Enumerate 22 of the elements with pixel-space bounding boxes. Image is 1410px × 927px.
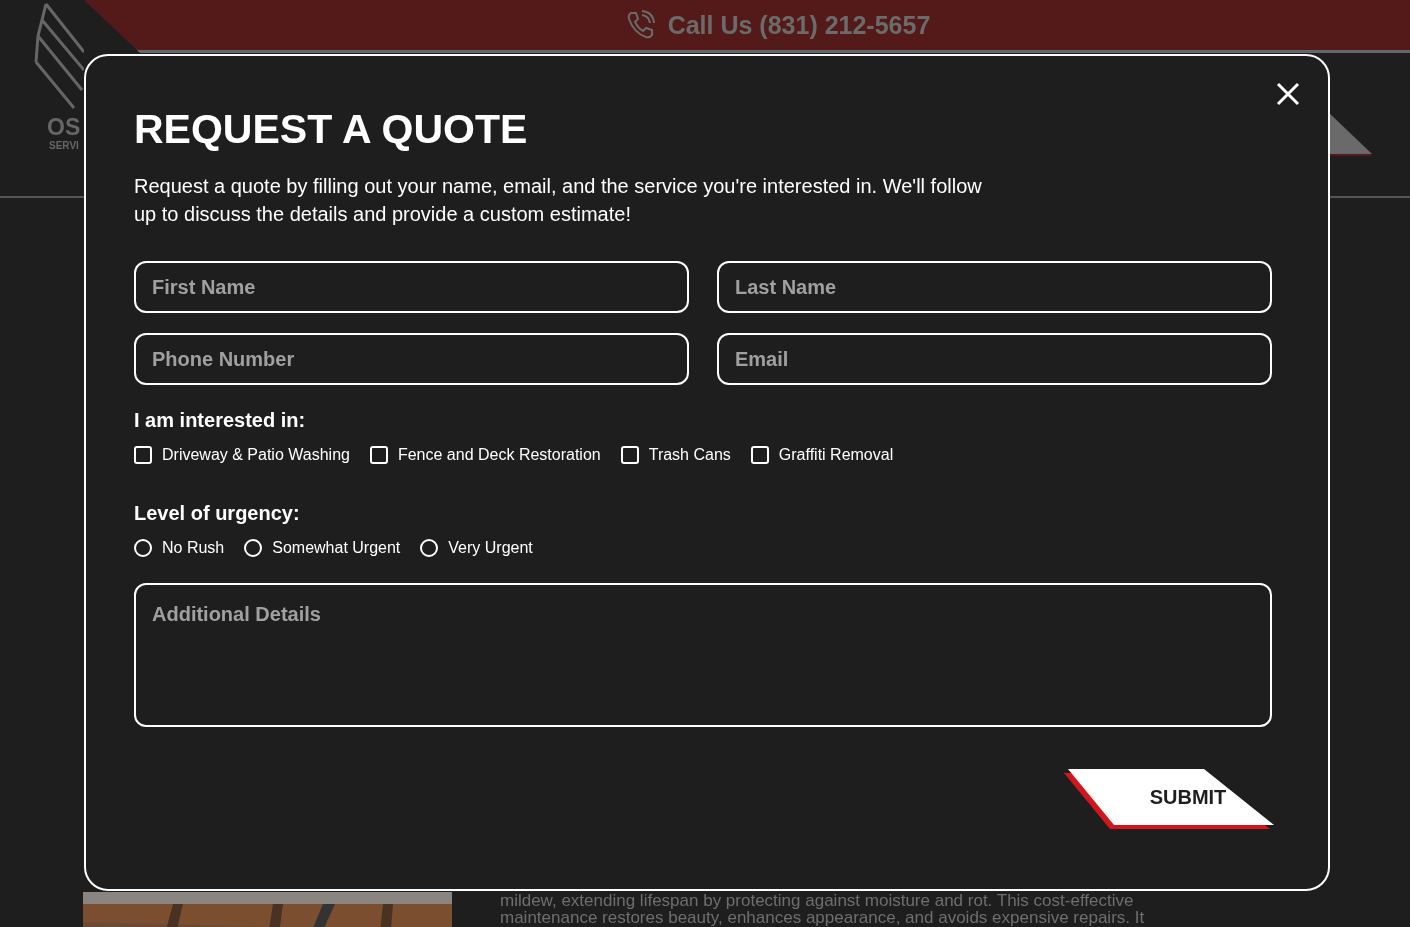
text-field[interactable]: Phone Number [134, 333, 689, 385]
urgency-label: Level of urgency: [134, 502, 300, 525]
urgency-radio[interactable]: Somewhat Urgent [244, 539, 401, 557]
text-field[interactable]: First Name [134, 261, 689, 313]
text-field[interactable]: Last Name [717, 261, 1272, 313]
details-field[interactable]: Additional Details [134, 583, 1272, 727]
urgency-radio[interactable]: No Rush [134, 539, 225, 557]
logo-text: OS [47, 114, 81, 141]
service-checkbox[interactable]: Trash Cans [620, 446, 731, 464]
body-text: maintenance restores beauty, enhances appearance, and avoids expensive repairs. It [500, 909, 1145, 926]
services-label: I am interested in: [134, 409, 306, 432]
dialog-description: Request a quote by filling out your name, email, and the service you're interested in. We'll follow up to discuss the details and provide a custom estimate! [134, 174, 983, 227]
body-text: mildew, extending lifespan by protecting against moisture and rot. This cost-effective [500, 892, 1135, 909]
logo-wings-icon [34, 2, 84, 110]
service-checkbox[interactable]: Driveway & Patio Washing [134, 446, 350, 464]
urgency-radio[interactable]: Very Urgent [420, 539, 533, 557]
service-checkbox[interactable]: Graffiti Removal [750, 446, 894, 464]
service-checkbox[interactable]: Fence and Deck Restoration [369, 446, 601, 464]
logo-subtext: SERVI [49, 140, 79, 151]
dialog-title: REQUEST A QUOTE [134, 105, 529, 154]
submit-button[interactable]: SUBMIT [1068, 769, 1274, 825]
text-field[interactable]: Email [717, 333, 1272, 385]
